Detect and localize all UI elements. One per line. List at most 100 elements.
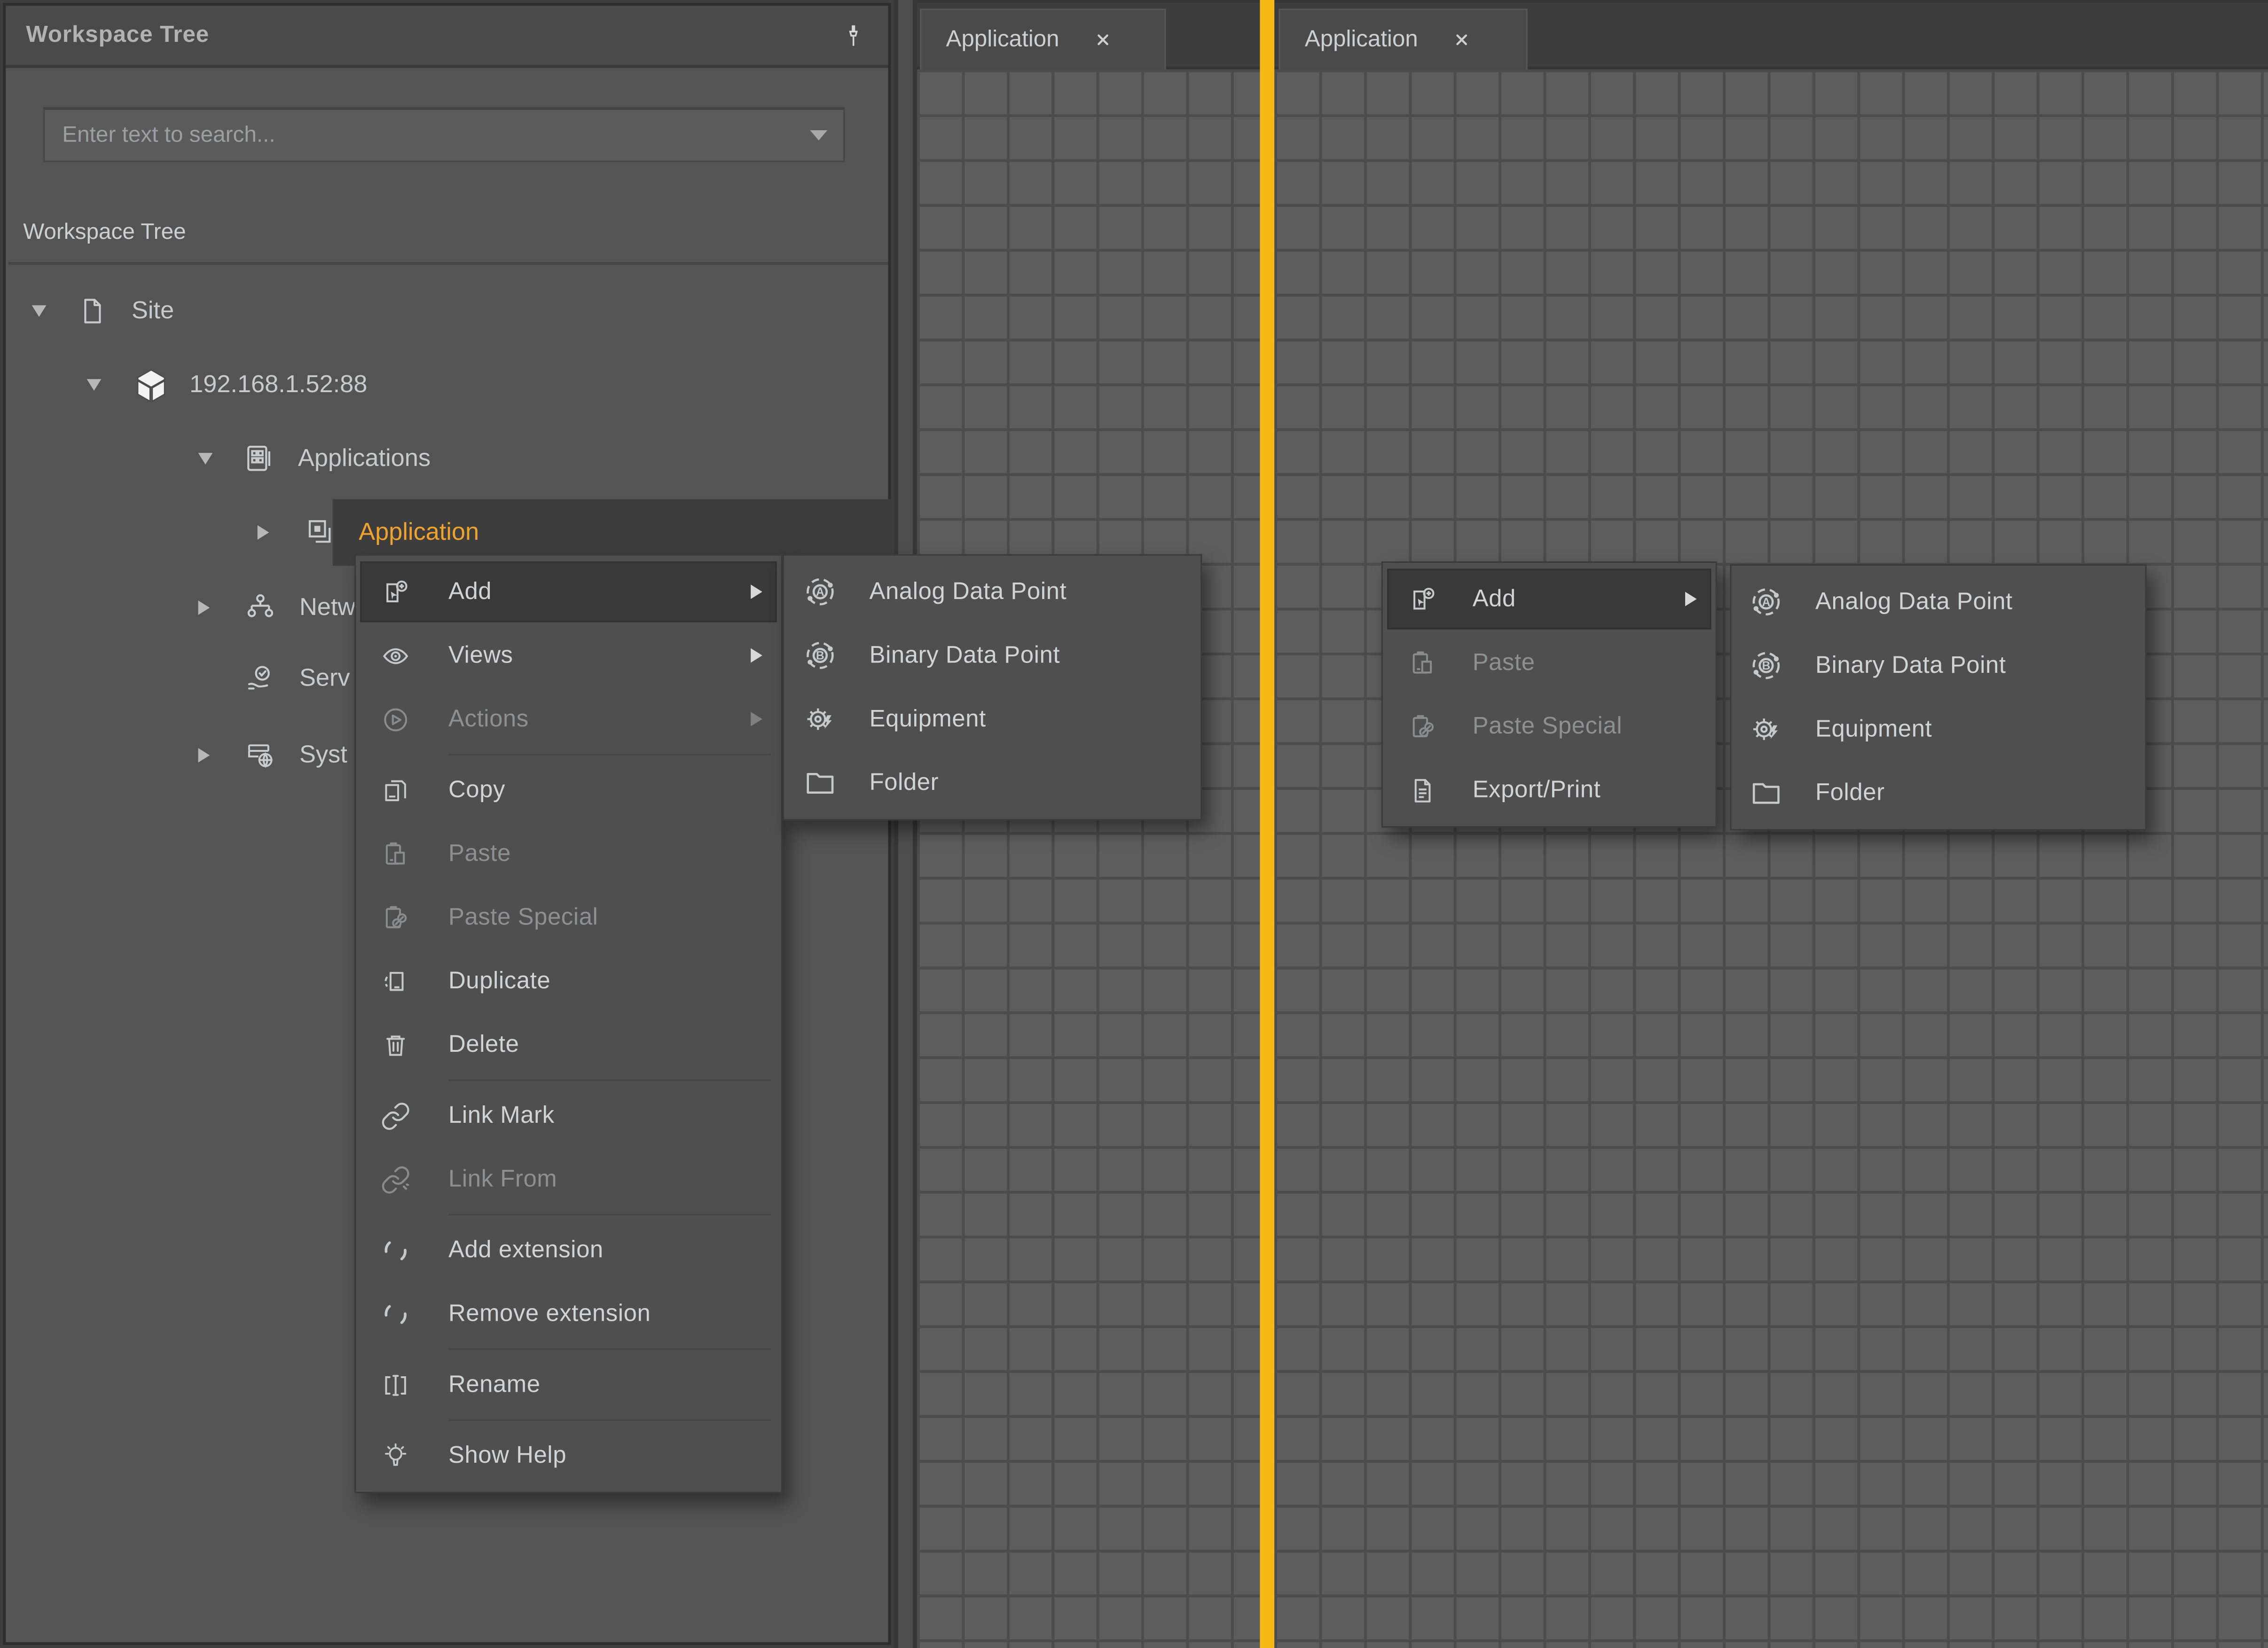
binary-data-point-icon: B — [803, 638, 838, 673]
menu-item-paste: Paste — [1383, 631, 1716, 694]
tab-application-right[interactable]: Application — [1279, 8, 1527, 69]
play-icon — [380, 704, 411, 734]
menu-separator — [448, 1348, 771, 1350]
device-cube-icon — [132, 365, 171, 404]
canvas-grid-right[interactable] — [1274, 70, 2268, 1648]
menu-item-link-mark[interactable]: Link Mark — [356, 1084, 781, 1147]
submenu-item-equipment[interactable]: Equipment — [1732, 697, 2145, 761]
application-icon — [304, 517, 336, 549]
search-input[interactable] — [43, 107, 845, 162]
submenu-item-binary-data-point[interactable]: B Binary Data Point — [1732, 634, 2145, 697]
submenu-arrow-icon — [751, 712, 762, 726]
applications-icon — [243, 443, 275, 475]
menu-item-remove-extension[interactable]: Remove extension — [356, 1282, 781, 1345]
menu-item-label: Actions — [448, 705, 529, 733]
submenu-item-analog-data-point[interactable]: A Analog Data Point — [1732, 570, 2145, 633]
svg-text:A: A — [1762, 596, 1770, 609]
tree-item-label: Netw — [299, 593, 355, 623]
caret-right-icon[interactable] — [258, 525, 269, 540]
tree-item-device[interactable]: 192.168.1.52:88 — [12, 352, 964, 418]
submenu-item-label: Binary Data Point — [1815, 652, 2006, 679]
menu-item-label: Duplicate — [448, 967, 550, 994]
tree-item-label: Serv — [299, 664, 350, 693]
services-icon — [244, 662, 276, 694]
folder-icon — [803, 765, 838, 800]
menu-item-label: Show Help — [448, 1442, 566, 1469]
menu-separator — [448, 1214, 771, 1215]
menu-item-label: Copy — [448, 776, 505, 804]
menu-item-paste-special: Paste Special — [1383, 694, 1716, 758]
menu-separator — [448, 754, 771, 755]
submenu-arrow-icon — [751, 584, 762, 599]
pin-icon[interactable] — [839, 20, 868, 52]
submenu-item-binary-data-point[interactable]: B Binary Data Point — [784, 623, 1201, 687]
menu-item-link-from: Link From — [356, 1147, 781, 1211]
analog-data-point-icon: A — [803, 575, 838, 609]
paste-special-icon — [380, 902, 411, 933]
submenu-arrow-icon — [751, 648, 762, 663]
caret-down-icon[interactable] — [198, 453, 213, 465]
site-document-icon — [77, 295, 109, 327]
menu-separator — [448, 1080, 771, 1081]
folder-icon — [1749, 775, 1783, 810]
menu-item-copy[interactable]: Copy — [356, 758, 781, 822]
submenu-item-label: Folder — [869, 769, 939, 796]
chevron-down-icon[interactable] — [810, 130, 827, 141]
panel-splitter[interactable] — [894, 0, 917, 1648]
menu-item-label: Add — [1473, 585, 1516, 613]
analog-data-point-icon: A — [1749, 584, 1783, 619]
svg-text:A: A — [816, 586, 824, 599]
menu-item-add[interactable]: Add — [1383, 567, 1716, 631]
panel-title: Workspace Tree — [26, 23, 209, 48]
menu-item-show-help[interactable]: Show Help — [356, 1424, 781, 1487]
menu-item-views[interactable]: Views — [356, 623, 781, 687]
submenu-item-label: Analog Data Point — [1815, 588, 2013, 615]
menu-item-add-extension[interactable]: Add extension — [356, 1218, 781, 1282]
app-window: Workspace Tree Workspace Tree Site 192.1… — [0, 0, 2268, 1648]
menu-item-rename[interactable]: Rename — [356, 1353, 781, 1416]
menu-item-add[interactable]: Add — [356, 560, 781, 623]
submenu-item-folder[interactable]: Folder — [1732, 761, 2145, 825]
submenu-item-equipment[interactable]: Equipment — [784, 687, 1201, 751]
menu-item-export-print[interactable]: Export/Print — [1383, 758, 1716, 822]
menu-item-paste-special: Paste Special — [356, 885, 781, 949]
separator — [8, 262, 888, 265]
tree-item-label: Site — [132, 297, 174, 326]
panel-header: Workspace Tree — [6, 6, 888, 68]
equipment-gear-icon — [1749, 712, 1783, 747]
split-divider[interactable] — [1260, 0, 1274, 1648]
submenu-item-folder[interactable]: Folder — [784, 751, 1201, 814]
network-icon — [244, 592, 276, 624]
close-icon[interactable] — [1094, 31, 1113, 49]
menu-item-paste: Paste — [356, 822, 781, 885]
submenu-arrow-icon — [1685, 592, 1697, 607]
caret-right-icon[interactable] — [198, 600, 210, 615]
context-menu: Add Views Actions Copy Paste Paste Speci… — [354, 554, 783, 1493]
submenu-item-label: Binary Data Point — [869, 642, 1060, 669]
menu-item-duplicate[interactable]: Duplicate — [356, 949, 781, 1013]
caret-right-icon[interactable] — [198, 748, 210, 763]
menu-item-label: Link Mark — [448, 1102, 555, 1129]
caret-down-icon[interactable] — [87, 379, 102, 391]
copy-icon — [380, 775, 411, 805]
submenu-item-analog-data-point[interactable]: A Analog Data Point — [784, 560, 1201, 623]
right-add-submenu: A Analog Data Point B Binary Data Point … — [1730, 564, 2146, 830]
caret-down-icon[interactable] — [32, 305, 47, 317]
add-icon — [380, 576, 411, 607]
menu-item-label: Paste Special — [1473, 713, 1623, 740]
close-icon[interactable] — [1452, 31, 1471, 49]
menu-item-label: Link From — [448, 1166, 557, 1193]
rename-icon — [380, 1370, 411, 1400]
menu-item-label: Paste — [448, 840, 511, 867]
tree-item-site[interactable]: Site — [12, 278, 909, 345]
menu-item-label: Paste — [1473, 649, 1535, 676]
menu-separator — [448, 1419, 771, 1421]
tree-section-title: Workspace Tree — [23, 220, 186, 246]
menu-item-label: Paste Special — [448, 904, 598, 931]
menu-item-label: Rename — [448, 1371, 541, 1398]
tab-application-left[interactable]: Application — [920, 8, 1166, 69]
add-submenu: A Analog Data Point B Binary Data Point … — [783, 554, 1202, 820]
canvas-grid-left[interactable] — [917, 70, 1260, 1648]
menu-item-delete[interactable]: Delete — [356, 1013, 781, 1076]
tab-label: Application — [1305, 27, 1418, 53]
